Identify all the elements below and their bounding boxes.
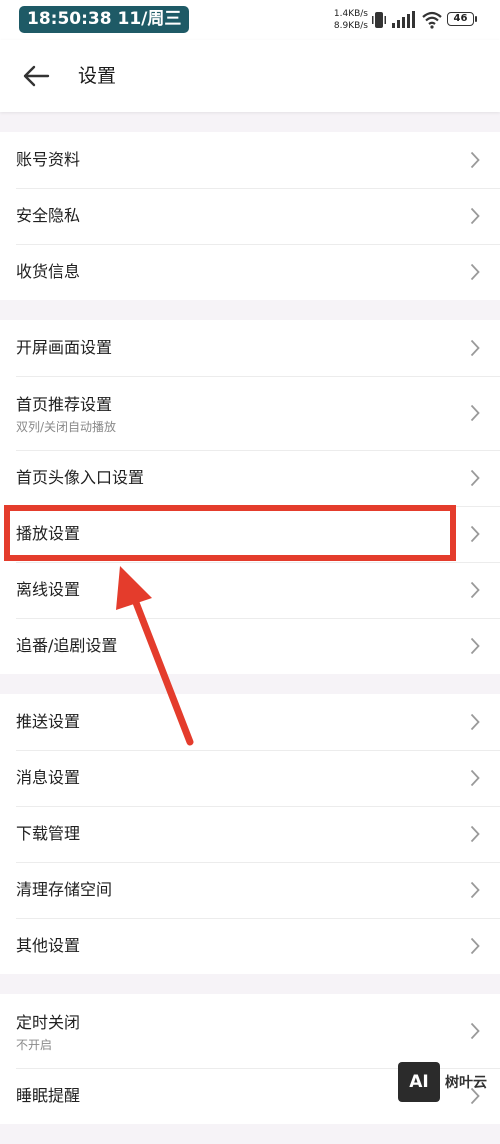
network-speed: 1.4KB/s 8.9KB/s bbox=[316, 8, 368, 32]
chevron-right-icon bbox=[470, 525, 480, 543]
settings-group-notifications: 推送设置 消息设置 下载管理 清理存储空间 其他设置 bbox=[0, 694, 500, 974]
watermark-name: 树叶云 bbox=[445, 1075, 487, 1091]
settings-item-label: 收货信息 bbox=[16, 262, 81, 281]
chevron-right-icon bbox=[470, 825, 480, 843]
chevron-right-icon bbox=[470, 769, 480, 787]
settings-item-label: 消息设置 bbox=[16, 768, 81, 787]
status-time: 18:50:38 11/周三 bbox=[19, 6, 190, 33]
settings-item-account-profile[interactable]: 账号资料 bbox=[0, 132, 500, 188]
settings-item-timer-close[interactable]: 定时关闭 不开启 bbox=[0, 994, 500, 1068]
settings-item-clear-storage[interactable]: 清理存储空间 bbox=[0, 862, 500, 918]
watermark-logo: AI bbox=[398, 1062, 440, 1102]
chevron-right-icon bbox=[470, 263, 480, 281]
settings-item-follow-series[interactable]: 追番/追剧设置 bbox=[0, 618, 500, 674]
chevron-right-icon bbox=[470, 469, 480, 487]
chevron-right-icon bbox=[470, 207, 480, 225]
settings-item-security-privacy[interactable]: 安全隐私 bbox=[0, 188, 500, 244]
watermark: AI 树叶云 bbox=[398, 1062, 500, 1108]
status-bar: 18:50:38 11/周三 1.4KB/s 8.9KB/s 46 bbox=[0, 0, 500, 40]
settings-item-label: 离线设置 bbox=[16, 580, 81, 599]
settings-item-subtitle: 双列/关闭自动播放 bbox=[16, 420, 117, 434]
settings-item-offline[interactable]: 离线设置 bbox=[0, 562, 500, 618]
settings-item-label: 账号资料 bbox=[16, 150, 81, 169]
vibrate-icon bbox=[372, 12, 386, 28]
page-title: 设置 bbox=[78, 65, 117, 87]
settings-item-label: 播放设置 bbox=[16, 524, 81, 543]
settings-item-label: 首页头像入口设置 bbox=[16, 468, 145, 487]
settings-item-home-recommend[interactable]: 首页推荐设置 双列/关闭自动播放 bbox=[0, 376, 500, 450]
settings-list: 账号资料 安全隐私 收货信息 开屏画面设置 首页推荐设置 双列/关闭自动播放 首… bbox=[0, 132, 500, 1144]
settings-item-other[interactable]: 其他设置 bbox=[0, 918, 500, 974]
chevron-right-icon bbox=[470, 339, 480, 357]
title-bar: 设置 bbox=[0, 40, 500, 112]
arrow-left-icon[interactable] bbox=[22, 64, 50, 88]
settings-item-splash-screen[interactable]: 开屏画面设置 bbox=[0, 320, 500, 376]
settings-item-downloads[interactable]: 下载管理 bbox=[0, 806, 500, 862]
chevron-right-icon bbox=[470, 637, 480, 655]
download-speed: 8.9KB/s bbox=[333, 21, 368, 31]
settings-group-account: 账号资料 安全隐私 收货信息 bbox=[0, 132, 500, 300]
settings-item-playback[interactable]: 播放设置 bbox=[0, 506, 500, 562]
settings-item-label: 其他设置 bbox=[16, 936, 81, 955]
settings-item-label: 开屏画面设置 bbox=[16, 338, 113, 357]
settings-item-label: 推送设置 bbox=[16, 712, 81, 731]
settings-item-messages[interactable]: 消息设置 bbox=[0, 750, 500, 806]
settings-item-label: 睡眠提醒 bbox=[16, 1086, 81, 1105]
signal-icon bbox=[392, 11, 415, 28]
settings-item-label: 首页推荐设置 bbox=[16, 395, 113, 414]
chevron-right-icon bbox=[470, 151, 480, 169]
chevron-right-icon bbox=[470, 581, 480, 599]
chevron-right-icon bbox=[470, 1022, 480, 1040]
settings-item-home-avatar-entry[interactable]: 首页头像入口设置 bbox=[0, 450, 500, 506]
settings-item-label: 追番/追剧设置 bbox=[16, 636, 118, 655]
settings-item-push[interactable]: 推送设置 bbox=[0, 694, 500, 750]
chevron-right-icon bbox=[470, 937, 480, 955]
settings-item-shipping-info[interactable]: 收货信息 bbox=[0, 244, 500, 300]
settings-item-label: 下载管理 bbox=[16, 824, 81, 843]
settings-item-label: 安全隐私 bbox=[16, 206, 81, 225]
wifi-icon bbox=[422, 11, 442, 29]
chevron-right-icon bbox=[470, 404, 480, 422]
settings-item-subtitle: 不开启 bbox=[16, 1038, 53, 1052]
settings-item-label: 清理存储空间 bbox=[16, 880, 113, 899]
chevron-right-icon bbox=[470, 713, 480, 731]
settings-group-display: 开屏画面设置 首页推荐设置 双列/关闭自动播放 首页头像入口设置 播放设置 离线… bbox=[0, 320, 500, 674]
upload-speed: 1.4KB/s bbox=[333, 9, 368, 19]
settings-item-label: 定时关闭 bbox=[16, 1013, 81, 1032]
battery-icon: 46 bbox=[447, 12, 477, 26]
chevron-right-icon bbox=[470, 881, 480, 899]
